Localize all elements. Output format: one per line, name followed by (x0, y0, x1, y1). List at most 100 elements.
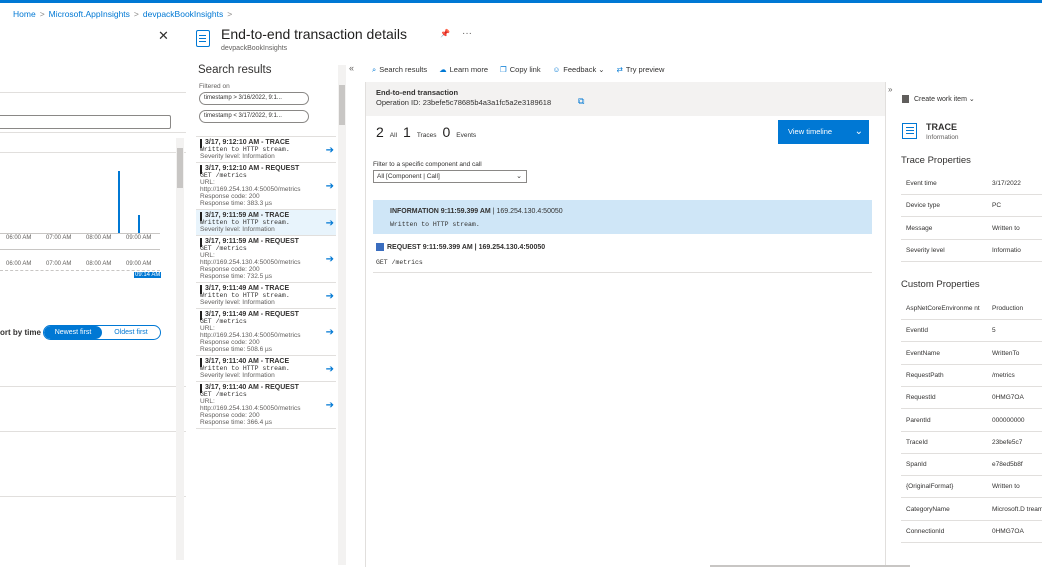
result-detail: Response time: 508.6 µs (200, 346, 273, 353)
search-results-heading: Search results (198, 64, 272, 76)
newest-first-option[interactable]: Newest first (44, 326, 102, 339)
property-key: EventId (906, 327, 929, 335)
open-arrow-icon[interactable]: ➔ (326, 327, 334, 338)
search-result-item[interactable]: 3/17, 9:11:49 AM - TRACE Written to HTTP … (196, 283, 336, 309)
chevron-down-icon: ⌄ (516, 173, 522, 180)
result-detail: GET /metrics (200, 245, 247, 252)
view-timeline-button[interactable]: View timeline ⌄ (778, 120, 869, 144)
property-key: Message (906, 224, 933, 232)
component-filter-dropdown[interactable]: All [Component | Call] ⌄ (373, 170, 527, 183)
result-detail: GET /metrics (200, 172, 247, 179)
result-header: 3/17, 9:11:59 AM - REQUEST (200, 238, 336, 247)
open-arrow-icon[interactable]: ➔ (326, 145, 334, 156)
axis-line (0, 233, 160, 234)
search-result-item[interactable]: 3/17, 9:11:59 AM - TRACE Written to HTTP … (196, 210, 336, 236)
create-work-item-button[interactable]: Create work item ⌄ (902, 95, 975, 104)
smiley-icon: ☺ (552, 65, 561, 74)
copy-icon[interactable]: ⧉ (578, 96, 584, 107)
property-value: Written to (992, 483, 1020, 491)
command-bar: ⌕ Search results ☁ Learn more ❐ Copy link ☺… (372, 65, 664, 78)
property-row: EventId 5 (901, 320, 1042, 343)
learn-more-button[interactable]: ☁ Learn more (439, 65, 488, 78)
count-events-label: Events (456, 132, 477, 139)
result-detail: Written to HTTP stream. (200, 292, 290, 299)
result-detail: Response time: 383.3 µs (200, 200, 273, 207)
search-result-item[interactable]: 3/17, 9:11:40 AM - REQUEST GET /metrics UR… (196, 382, 336, 429)
close-icon[interactable]: ✕ (158, 28, 169, 44)
property-key: ParentId (906, 416, 931, 424)
histogram-bar (118, 171, 120, 233)
scrollbar-thumb[interactable] (177, 148, 183, 188)
breadcrumb-separator: > (227, 9, 233, 19)
result-detail: URL: (200, 325, 215, 332)
request-row[interactable]: REQUEST 9:11:59.399 AM | 169.254.130.4:5… (373, 237, 872, 273)
filter-pill[interactable]: timestamp < 3/17/2022, 9:1... (199, 110, 309, 123)
breadcrumb-separator: > (133, 9, 139, 19)
more-options-icon[interactable]: ··· (462, 28, 472, 39)
trace-properties-heading: Trace Properties (901, 155, 971, 166)
collapse-icon[interactable]: « (349, 63, 354, 73)
count-all: 2 (376, 124, 384, 140)
sort-toggle: Newest first Oldest first (43, 325, 161, 340)
trace-severity: Information (926, 134, 959, 141)
result-detail: URL: (200, 179, 215, 186)
request-row-header: REQUEST 9:11:59.399 AM | 169.254.130.4:5… (376, 243, 545, 251)
page-title: End-to-end transaction details (221, 26, 407, 42)
property-row: AspNetCoreEnvironme nt Production (901, 298, 1042, 320)
search-input[interactable] (0, 115, 171, 129)
result-detail: Written to HTTP stream. (200, 219, 290, 226)
open-arrow-icon[interactable]: ➔ (326, 181, 334, 192)
oldest-first-option[interactable]: Oldest first (102, 326, 160, 339)
trace-row[interactable]: INFORMATION 9:11:59.399 AM | 169.254.130… (373, 200, 872, 234)
custom-properties-heading: Custom Properties (901, 279, 980, 290)
search-results-button[interactable]: ⌕ Search results (372, 65, 427, 78)
search-result-item[interactable]: 3/17, 9:11:40 AM - TRACE Written to HTTP … (196, 356, 336, 382)
feedback-button[interactable]: ☺ Feedback ⌄ (553, 65, 605, 78)
time-brush[interactable] (0, 249, 160, 271)
property-row: ParentId 000000000 (901, 410, 1042, 432)
breadcrumb-appinsights[interactable]: Microsoft.AppInsights (49, 9, 130, 21)
search-result-item[interactable]: 3/17, 9:12:10 AM - TRACE Written to HTTP … (196, 137, 336, 163)
property-value: 3/17/2022 (992, 180, 1021, 187)
count-events: 0 (442, 124, 451, 140)
search-result-item[interactable]: 3/17, 9:12:10 AM - REQUEST GET /metrics UR… (196, 163, 336, 210)
search-result-item[interactable]: 3/17, 9:11:59 AM - REQUEST GET /metrics UR… (196, 236, 336, 283)
result-detail: Response time: 732.5 µs (200, 273, 273, 280)
result-detail: GET /metrics (200, 391, 247, 398)
count-all-label: All (389, 132, 398, 139)
view-timeline-label: View timeline (788, 127, 833, 136)
breadcrumb-resource[interactable]: devpackBookInsights (143, 9, 223, 21)
pin-icon[interactable]: 📌 (440, 29, 450, 38)
property-value: e78ed5b8f (992, 461, 1023, 469)
results-scrollbar[interactable] (338, 65, 346, 565)
filter-pill[interactable]: timestamp > 3/16/2022, 9:1... (199, 92, 309, 105)
count-traces: 1 (403, 124, 411, 140)
operation-id: Operation ID: 23befe5c78685b4a3a1fc5a2e3… (376, 98, 552, 107)
open-arrow-icon[interactable]: ➔ (326, 364, 334, 375)
open-arrow-icon[interactable]: ➔ (326, 254, 334, 265)
results-histogram: 06:00 AM 07:00 AM 08:00 AM 09:00 AM 06:0… (0, 171, 162, 278)
property-row: ConnectionId 0HMG7OA (901, 521, 1042, 543)
open-arrow-icon[interactable]: ➔ (326, 218, 334, 229)
left-scrollbar[interactable] (176, 138, 184, 560)
property-key: CategoryName (906, 505, 950, 513)
property-value: Microsoft.D treamResu (992, 505, 1042, 513)
search-result-item[interactable]: 3/17, 9:11:49 AM - REQUEST GET /metrics UR… (196, 309, 336, 356)
breadcrumb-home[interactable]: Home (13, 9, 36, 21)
property-row: {OriginalFormat} Written to (901, 476, 1042, 499)
property-value: 000000000 (992, 416, 1025, 424)
scrollbar-thumb[interactable] (339, 85, 345, 125)
result-detail: http://169.254.130.4:50050/metrics (200, 186, 301, 193)
try-preview-button[interactable]: ⇄ Try preview (617, 65, 665, 78)
divider (0, 92, 186, 93)
divider (0, 496, 186, 497)
open-arrow-icon[interactable]: ➔ (326, 291, 334, 302)
result-header: 3/17, 9:12:10 AM - TRACE (200, 139, 336, 148)
expand-icon[interactable]: » (888, 85, 892, 94)
result-header: 3/17, 9:12:10 AM - REQUEST (200, 165, 336, 174)
trace-title: TRACE (926, 122, 957, 132)
open-arrow-icon[interactable]: ➔ (326, 400, 334, 411)
copy-link-button[interactable]: ❐ Copy link (500, 65, 541, 78)
trace-row-header: INFORMATION 9:11:59.399 AM | 169.254.130… (390, 208, 563, 215)
axis-tick-label: 06:00 AM (6, 235, 32, 241)
